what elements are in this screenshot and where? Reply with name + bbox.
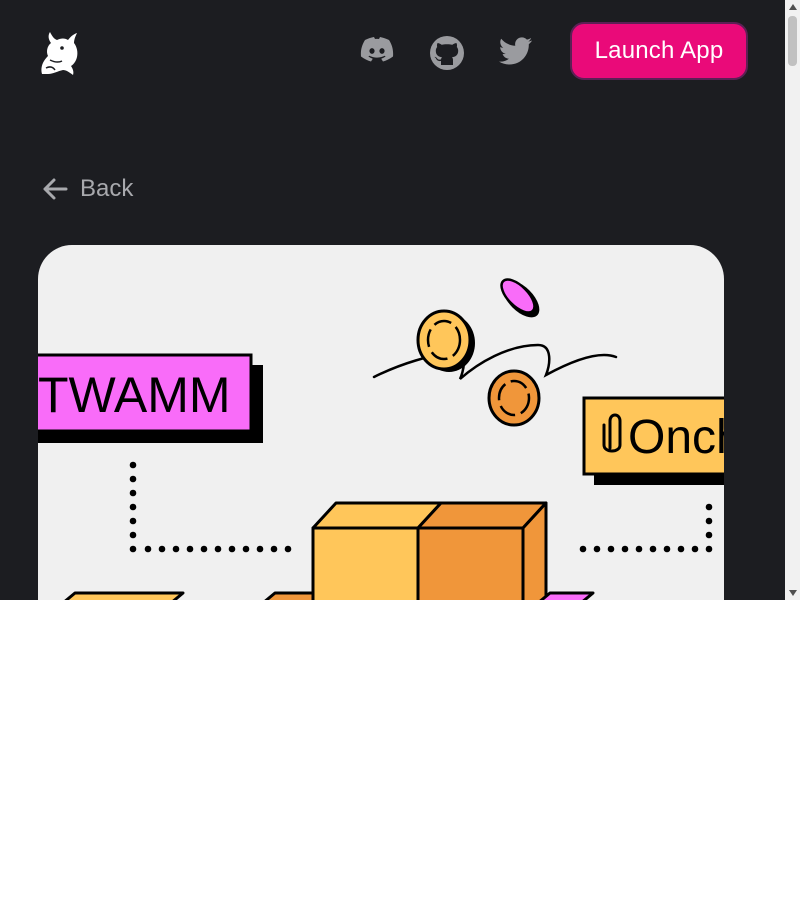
scroll-down-arrow-icon[interactable] <box>785 586 800 600</box>
discord-icon[interactable] <box>358 32 396 70</box>
back-label: Back <box>80 175 134 202</box>
vertical-scrollbar[interactable] <box>785 0 800 600</box>
scroll-up-arrow-icon[interactable] <box>785 0 800 14</box>
onchain-tag-label: Onch <box>628 411 724 464</box>
arrow-left-icon <box>43 178 68 200</box>
uniswap-logo-icon[interactable] <box>36 30 80 76</box>
github-icon[interactable] <box>428 34 466 72</box>
small-cube-middle <box>264 591 315 600</box>
dotted-connector-left <box>129 461 292 553</box>
cube-stack <box>311 501 548 600</box>
squiggle-line <box>372 343 618 380</box>
launch-app-label: Launch App <box>594 37 724 64</box>
launch-app-button[interactable]: Launch App <box>570 22 748 80</box>
coin-magenta-tilted <box>500 278 540 318</box>
coin-orange <box>487 369 541 427</box>
coin-large-yellow <box>416 309 475 372</box>
scroll-thumb[interactable] <box>788 16 797 66</box>
hero-illustration: TWAMM Onch <box>38 245 724 600</box>
browser-viewport: Launch App Back TWAMM Onch <box>0 0 800 600</box>
back-link[interactable]: Back <box>40 174 133 204</box>
twitter-icon[interactable] <box>497 32 535 70</box>
dotted-connector-right <box>579 503 713 553</box>
twamm-tag-label: TWAMM <box>38 367 231 423</box>
small-cube-left <box>64 591 185 600</box>
